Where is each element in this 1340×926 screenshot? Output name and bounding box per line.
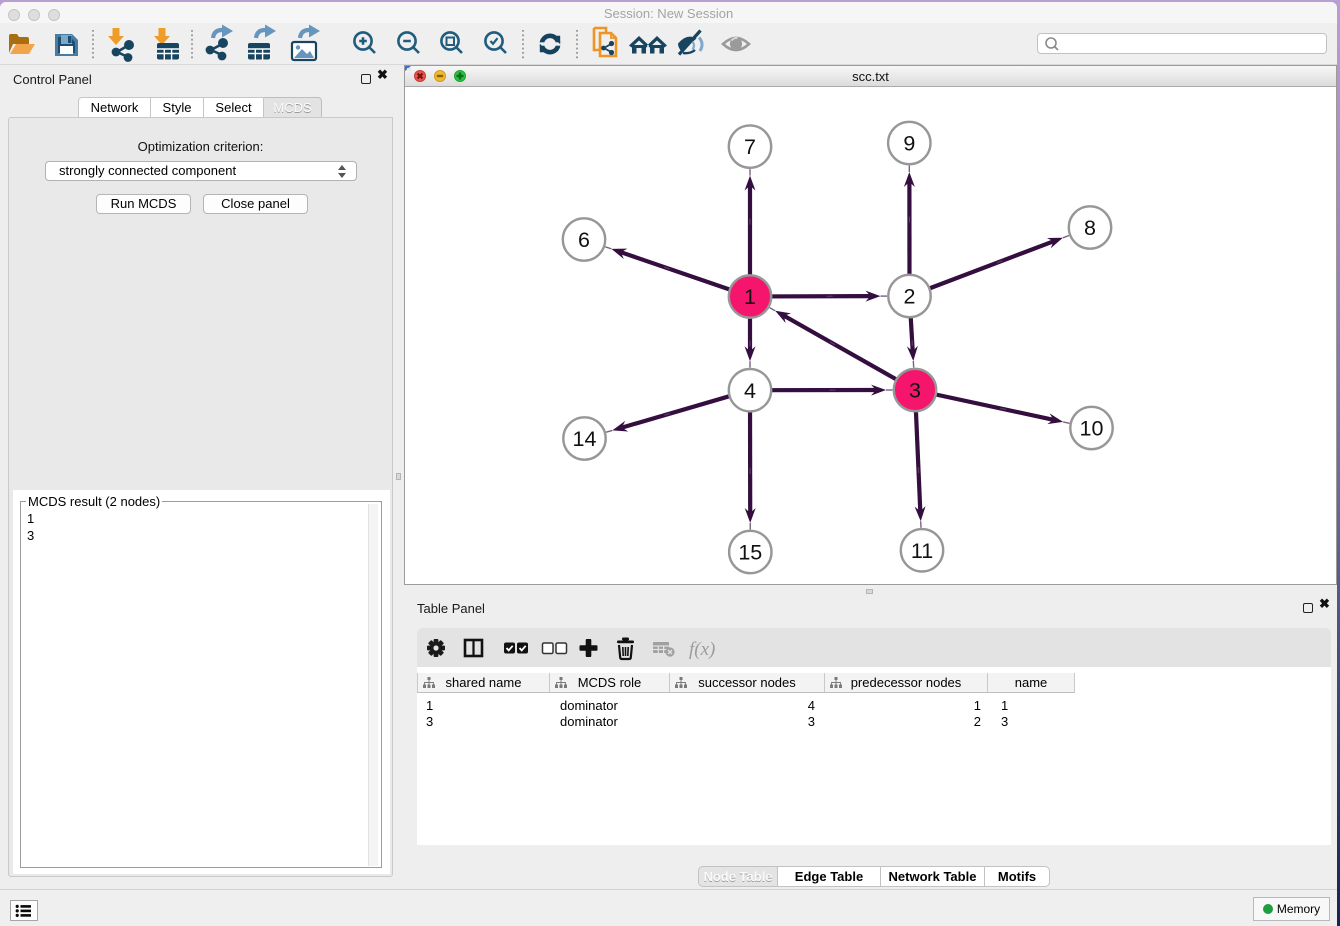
svg-text:3: 3 xyxy=(909,379,921,403)
svg-text:1: 1 xyxy=(744,285,756,309)
svg-text:6: 6 xyxy=(578,228,590,252)
svg-text:2: 2 xyxy=(904,285,916,309)
svg-text:7: 7 xyxy=(744,135,756,159)
svg-text:10: 10 xyxy=(1080,417,1104,441)
svg-text:f(x): f(x) xyxy=(689,639,715,660)
svg-text:15: 15 xyxy=(738,541,762,565)
svg-text:8: 8 xyxy=(1084,216,1096,240)
svg-text:4: 4 xyxy=(744,379,756,403)
svg-text:14: 14 xyxy=(573,427,597,451)
svg-text:11: 11 xyxy=(911,539,933,563)
svg-text:9: 9 xyxy=(903,132,915,156)
